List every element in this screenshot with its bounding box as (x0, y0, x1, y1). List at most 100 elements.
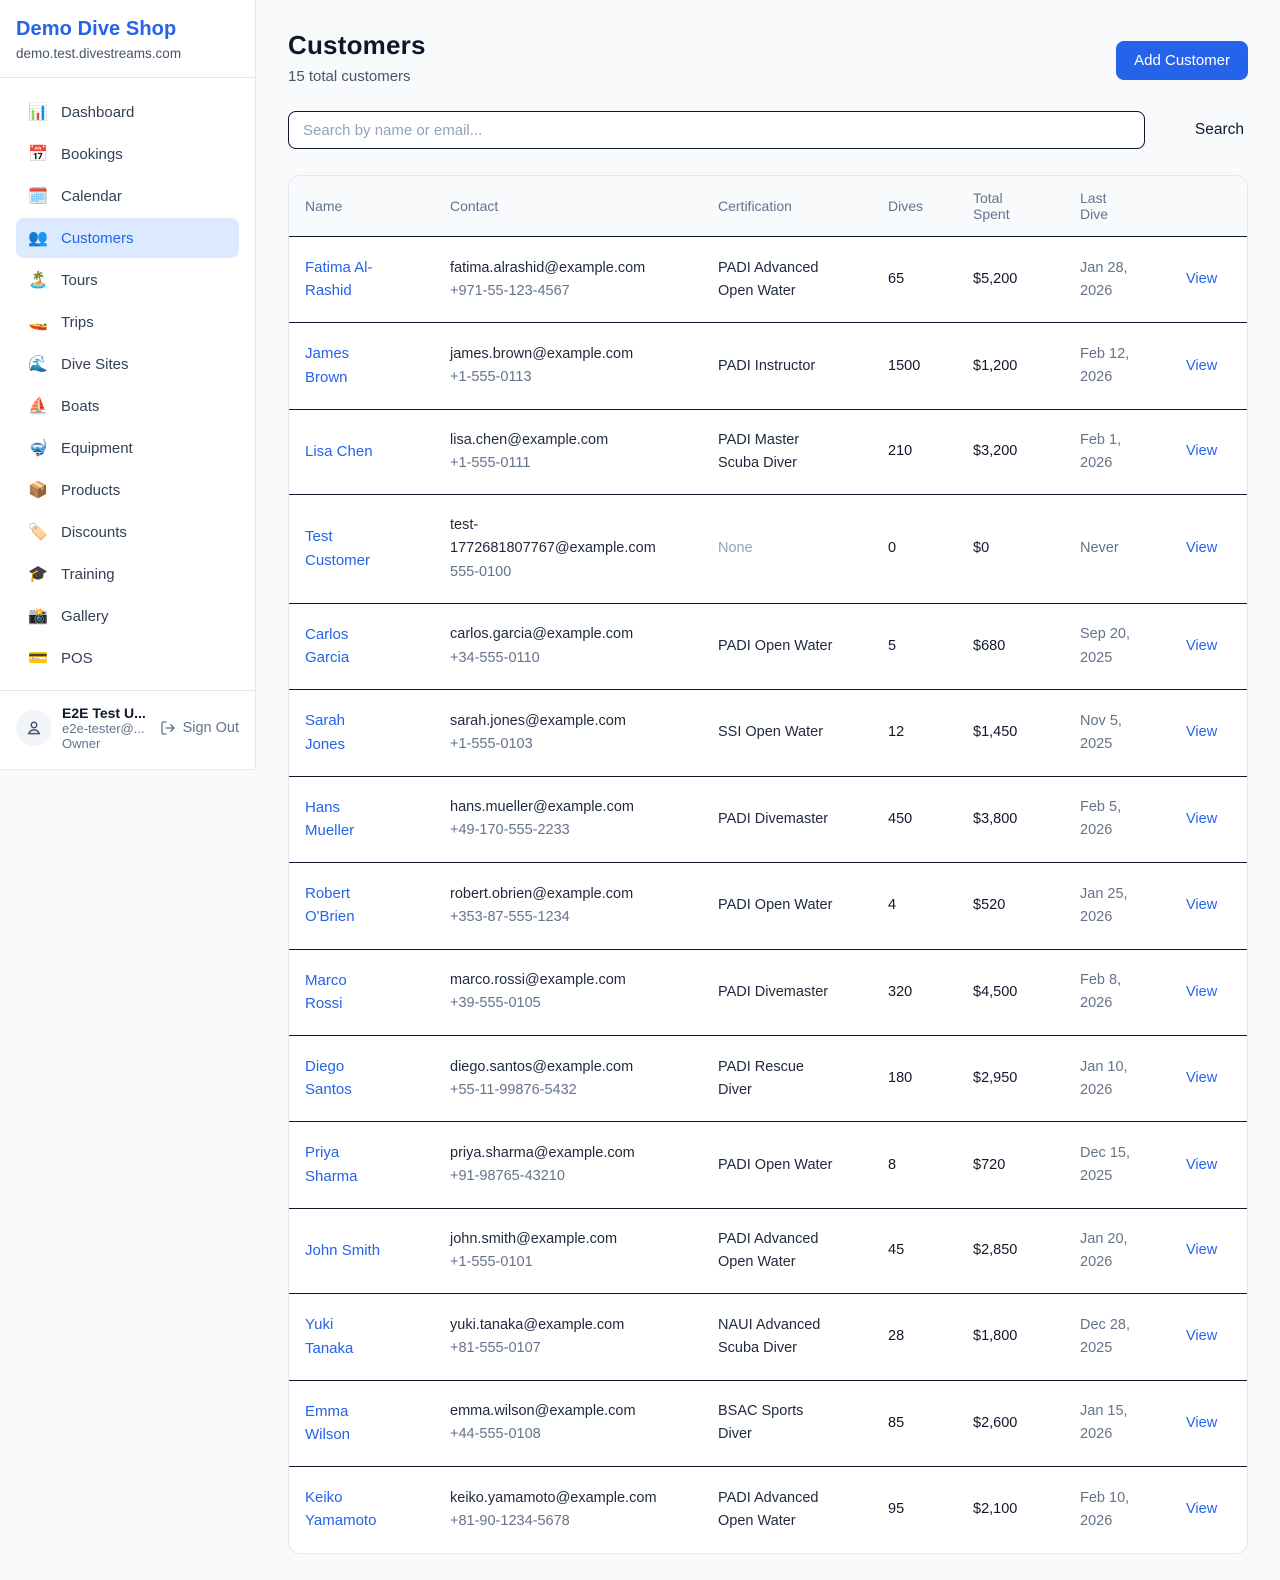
customer-phone: 555-0100 (450, 561, 686, 584)
customer-email: robert.obrien@example.com (450, 883, 662, 906)
customer-name-link[interactable]: James Brown (305, 342, 385, 389)
view-customer-link[interactable]: View (1186, 443, 1217, 459)
table-row: Sarah Jones sarah.jones@example.com +1-5… (289, 690, 1248, 776)
sidebar-item-bookings[interactable]: 📅 Bookings (16, 134, 239, 174)
customer-phone: +1-555-0101 (450, 1251, 686, 1274)
column-header-dives: Dives (872, 176, 957, 237)
customer-name-link[interactable]: Lisa Chen (305, 440, 373, 463)
customer-last-dive: Never (1080, 537, 1142, 560)
sidebar-item-tours[interactable]: 🏝️ Tours (16, 260, 239, 300)
customer-phone: +81-90-1234-5678 (450, 1510, 686, 1533)
shop-subdomain: demo.test.divestreams.com (16, 46, 239, 61)
sign-out-button[interactable]: Sign Out (160, 720, 239, 736)
customer-name-link[interactable]: John Smith (305, 1239, 380, 1262)
view-customer-link[interactable]: View (1186, 271, 1217, 287)
page-header: Customers 15 total customers Add Custome… (288, 30, 1248, 85)
view-customer-link[interactable]: View (1186, 811, 1217, 827)
customer-last-dive: Sep 20, 2025 (1080, 623, 1142, 669)
customer-name-link[interactable]: Keiko Yamamoto (305, 1486, 385, 1533)
search-row: Search (288, 111, 1248, 149)
customer-total-spent: $2,600 (957, 1380, 1064, 1466)
view-customer-link[interactable]: View (1186, 1328, 1217, 1344)
customer-last-dive: Dec 15, 2025 (1080, 1142, 1142, 1188)
view-customer-link[interactable]: View (1186, 540, 1217, 556)
view-customer-link[interactable]: View (1186, 1501, 1217, 1517)
customer-total-spent: $520 (957, 863, 1064, 949)
customer-dives: 95 (872, 1467, 957, 1553)
products-icon: 📦 (28, 480, 48, 500)
customer-last-dive: Jan 25, 2026 (1080, 883, 1142, 929)
customer-email: keiko.yamamoto@example.com (450, 1487, 662, 1510)
search-button[interactable]: Search (1191, 121, 1248, 139)
customer-total-spent: $720 (957, 1122, 1064, 1208)
user-role: Owner (62, 736, 150, 751)
customer-email: test-1772681807767@example.com (450, 514, 662, 560)
customer-name-link[interactable]: Emma Wilson (305, 1400, 385, 1447)
customer-name-link[interactable]: Robert O'Brien (305, 882, 385, 929)
sidebar-item-boats[interactable]: ⛵ Boats (16, 386, 239, 426)
view-customer-link[interactable]: View (1186, 724, 1217, 740)
sidebar-item-customers[interactable]: 👥 Customers (16, 218, 239, 258)
view-customer-link[interactable]: View (1186, 1242, 1217, 1258)
customer-dives: 45 (872, 1208, 957, 1293)
view-customer-link[interactable]: View (1186, 984, 1217, 1000)
sidebar-item-pos[interactable]: 💳 POS (16, 638, 239, 678)
shop-title[interactable]: Demo Dive Shop (16, 18, 239, 41)
customer-email: john.smith@example.com (450, 1228, 662, 1251)
customer-last-dive: Feb 1, 2026 (1080, 429, 1142, 475)
view-customer-link[interactable]: View (1186, 1157, 1217, 1173)
customer-dives: 0 (872, 495, 957, 604)
customer-certification: PADI Advanced Open Water (718, 257, 838, 303)
customer-total-spent: $3,200 (957, 409, 1064, 494)
customer-email: james.brown@example.com (450, 343, 662, 366)
customer-dives: 85 (872, 1380, 957, 1466)
table-row: John Smith john.smith@example.com +1-555… (289, 1208, 1248, 1293)
customer-certification: PADI Instructor (718, 355, 838, 378)
user-name: E2E Test U... (62, 705, 150, 721)
customer-name-link[interactable]: Diego Santos (305, 1055, 385, 1102)
customer-name-link[interactable]: Marco Rossi (305, 969, 385, 1016)
customer-dives: 210 (872, 409, 957, 494)
sidebar-item-products[interactable]: 📦 Products (16, 470, 239, 510)
table-row: Yuki Tanaka yuki.tanaka@example.com +81-… (289, 1294, 1248, 1380)
customer-email: marco.rossi@example.com (450, 969, 662, 992)
customer-name-link[interactable]: Hans Mueller (305, 796, 385, 843)
add-customer-button[interactable]: Add Customer (1116, 41, 1248, 80)
view-customer-link[interactable]: View (1186, 358, 1217, 374)
customer-name-link[interactable]: Yuki Tanaka (305, 1313, 385, 1360)
view-customer-link[interactable]: View (1186, 1415, 1217, 1431)
customer-phone: +971-55-123-4567 (450, 280, 686, 303)
sidebar-item-discounts[interactable]: 🏷️ Discounts (16, 512, 239, 552)
customer-email: emma.wilson@example.com (450, 1400, 662, 1423)
sidebar-item-training[interactable]: 🎓 Training (16, 554, 239, 594)
avatar (16, 710, 52, 746)
view-customer-link[interactable]: View (1186, 1070, 1217, 1086)
pos-icon: 💳 (28, 648, 48, 668)
customer-total-spent: $2,100 (957, 1467, 1064, 1553)
customer-certification: SSI Open Water (718, 721, 838, 744)
sidebar-item-equipment[interactable]: 🤿 Equipment (16, 428, 239, 468)
view-customer-link[interactable]: View (1186, 897, 1217, 913)
sidebar-item-gallery[interactable]: 📸 Gallery (16, 596, 239, 636)
customer-name-link[interactable]: Sarah Jones (305, 709, 385, 756)
customer-certification: PADI Master Scuba Diver (718, 429, 838, 475)
customer-certification: PADI Open Water (718, 1154, 838, 1177)
customer-name-link[interactable]: Carlos Garcia (305, 623, 385, 670)
customer-name-link[interactable]: Test Customer (305, 525, 385, 572)
table-row: Test Customer test-1772681807767@example… (289, 495, 1248, 604)
customer-name-link[interactable]: Priya Sharma (305, 1141, 385, 1188)
sidebar-item-calendar[interactable]: 🗓️ Calendar (16, 176, 239, 216)
customer-dives: 4 (872, 863, 957, 949)
customer-name-link[interactable]: Fatima Al-Rashid (305, 256, 385, 303)
table-row: Carlos Garcia carlos.garcia@example.com … (289, 603, 1248, 689)
sidebar-item-dive-sites[interactable]: 🌊 Dive Sites (16, 344, 239, 384)
customer-dives: 320 (872, 949, 957, 1035)
trips-icon: 🚤 (28, 312, 48, 332)
view-customer-link[interactable]: View (1186, 638, 1217, 654)
search-input[interactable] (288, 111, 1145, 149)
sidebar-item-dashboard[interactable]: 📊 Dashboard (16, 92, 239, 132)
sidebar-item-trips[interactable]: 🚤 Trips (16, 302, 239, 342)
customer-phone: +1-555-0113 (450, 366, 686, 389)
tours-icon: 🏝️ (28, 270, 48, 290)
customer-phone: +55-11-99876-5432 (450, 1079, 686, 1102)
